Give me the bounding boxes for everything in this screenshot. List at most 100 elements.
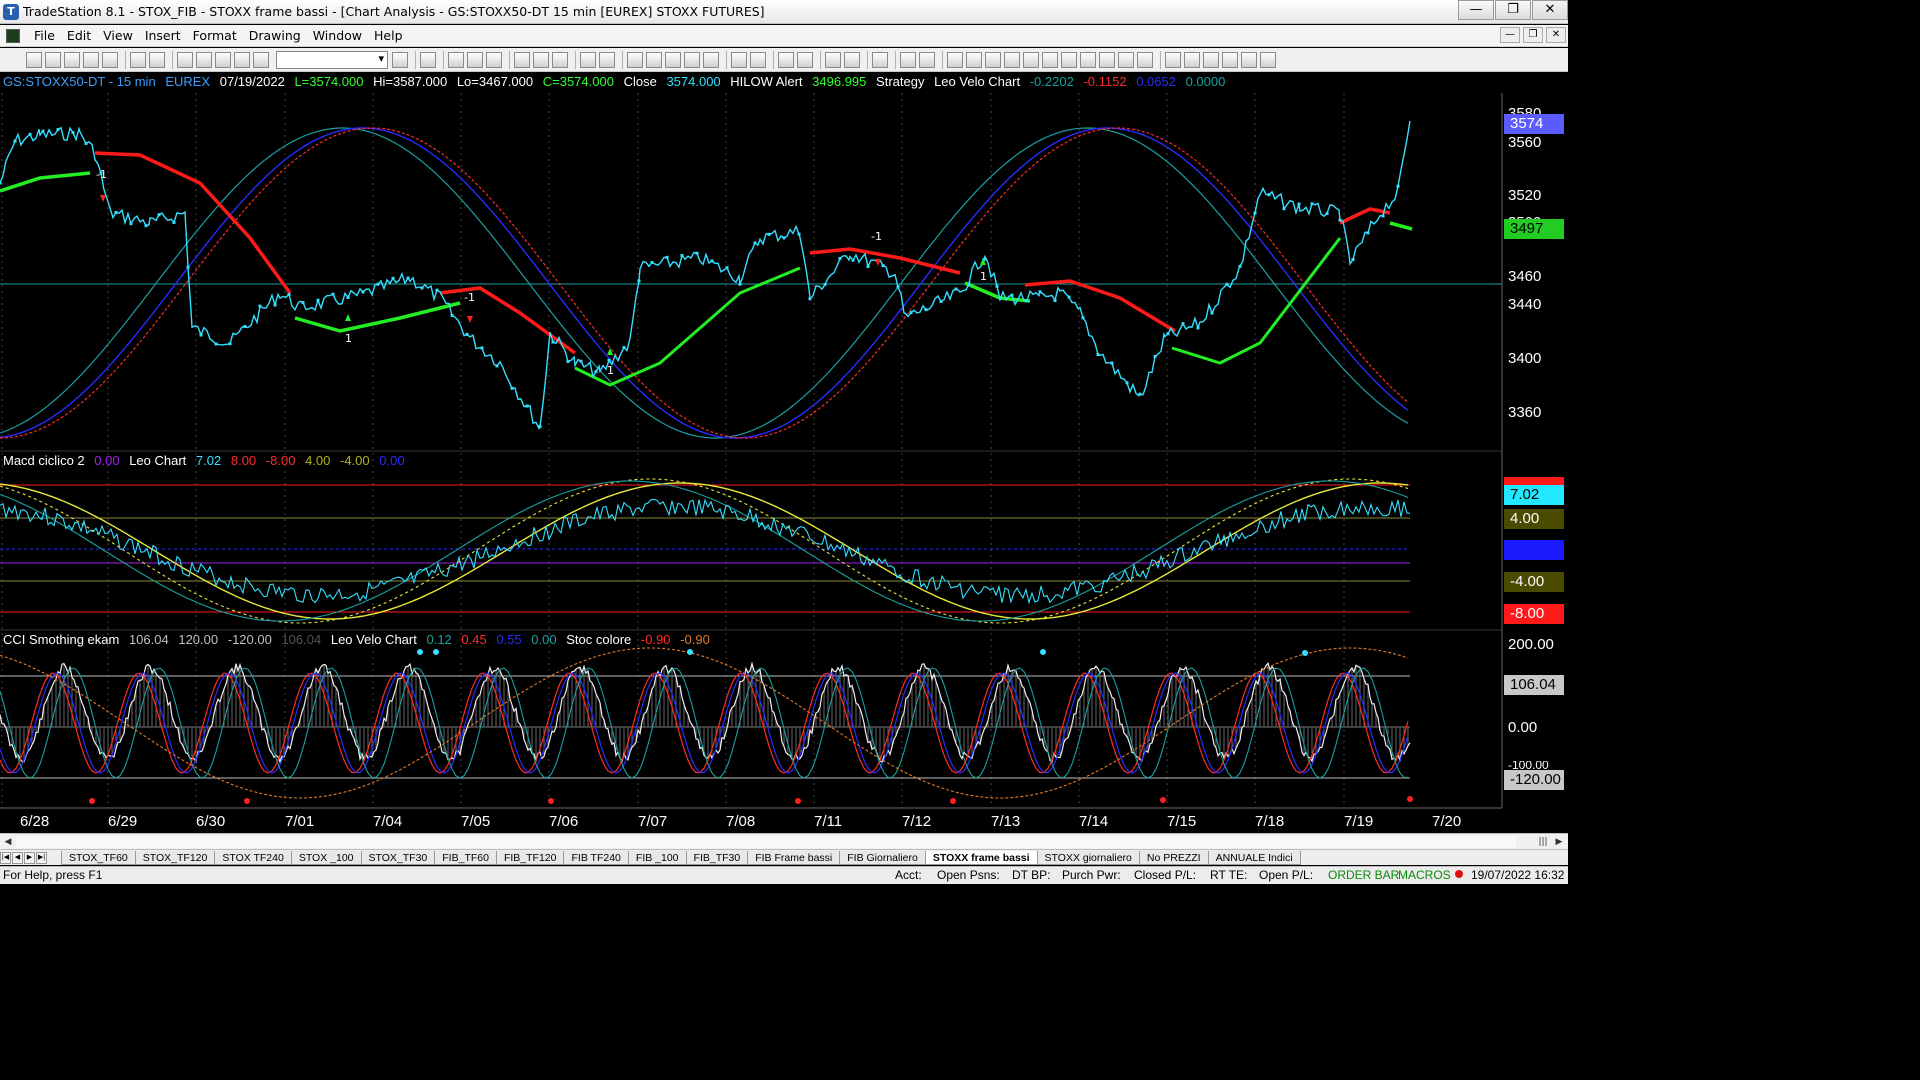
chart-analysis-window[interactable]: GS:STOXX50-DT - 15 min EUREX 07/19/2022 … (0, 73, 1568, 833)
zoom-in-icon[interactable] (778, 51, 794, 68)
scroll-thumb[interactable] (16, 836, 1516, 848)
doc-restore-button[interactable]: ❐ (1523, 27, 1543, 43)
tab-stox-100[interactable]: STOX _100 (290, 850, 362, 865)
tab-last-icon[interactable]: ▶| (36, 851, 47, 864)
tab-stox-tf120[interactable]: STOX_TF120 (134, 850, 216, 865)
hours-icon[interactable] (665, 51, 681, 68)
menu-drawing[interactable]: Drawing (243, 28, 307, 43)
lock-icon[interactable] (215, 51, 231, 68)
tab-fib-frame-bassi[interactable]: FIB Frame bassi (747, 850, 841, 865)
menu-insert[interactable]: Insert (139, 28, 187, 43)
clock-icon[interactable] (627, 51, 643, 68)
scroll-left-icon[interactable]: ◀ (1, 835, 15, 849)
status-order-bar[interactable]: ORDER BAR (1328, 868, 1399, 882)
parallel-icon[interactable] (1080, 51, 1096, 68)
page-icon[interactable] (196, 51, 212, 68)
status-macros[interactable]: MACROS (1398, 868, 1451, 882)
tab-stox-tf30[interactable]: STOX_TF30 (360, 850, 436, 865)
glasses-icon[interactable] (646, 51, 662, 68)
indicator-icon[interactable] (533, 51, 549, 68)
symbol-combo[interactable] (276, 50, 388, 69)
arrow-down-icon[interactable] (1184, 51, 1200, 68)
bar-chart-icon[interactable] (580, 51, 596, 68)
doc-close-button[interactable]: ✕ (1546, 27, 1566, 43)
chart-window-icon[interactable] (448, 51, 464, 68)
alert-icon[interactable] (919, 51, 935, 68)
tab-fib-tf30[interactable]: FIB_TF30 (685, 850, 749, 865)
menu-window[interactable]: Window (307, 28, 368, 43)
chart-document-icon[interactable] (6, 28, 20, 43)
ellipse-icon[interactable] (1222, 51, 1238, 68)
tab-stox-tf240[interactable]: STOX TF240 (214, 850, 292, 865)
tab-fib-tf240[interactable]: FIB TF240 (563, 850, 629, 865)
menu-edit[interactable]: Edit (61, 28, 97, 43)
tools-icon[interactable] (872, 51, 888, 68)
scroll-handle-icon[interactable]: ||| (1536, 835, 1550, 849)
align-icon[interactable] (703, 51, 719, 68)
play-icon[interactable] (392, 51, 408, 68)
price-bar-marker (1025, 299, 1029, 303)
tab-next-icon[interactable]: ▶ (24, 851, 35, 864)
print-preview-icon[interactable] (149, 51, 165, 68)
pencil-icon[interactable] (1137, 51, 1153, 68)
space-right-icon[interactable] (750, 51, 766, 68)
menu-format[interactable]: Format (187, 28, 243, 43)
gann-icon[interactable] (1023, 51, 1039, 68)
text-icon[interactable] (1260, 51, 1276, 68)
scale-icon[interactable] (684, 51, 700, 68)
order-icon[interactable] (900, 51, 916, 68)
grid-icon[interactable] (486, 51, 502, 68)
restore-button[interactable]: ❐ (1495, 0, 1531, 20)
scroll-right-icon[interactable]: ▶ (1552, 835, 1566, 849)
arrow-up-icon[interactable] (1203, 51, 1219, 68)
tab-fib-tf60[interactable]: FIB_TF60 (434, 850, 497, 865)
save-icon[interactable] (64, 51, 80, 68)
horizontal-line-icon[interactable] (1099, 51, 1115, 68)
open-icon[interactable] (45, 51, 61, 68)
regression-icon[interactable] (1042, 51, 1058, 68)
pointer-icon[interactable] (825, 51, 841, 68)
new-icon[interactable] (26, 51, 42, 68)
link-icon[interactable] (234, 51, 250, 68)
tab-fib-tf120[interactable]: FIB_TF120 (495, 850, 565, 865)
globe-icon[interactable] (253, 51, 269, 68)
arrow-icon[interactable] (1165, 51, 1181, 68)
tab-stox-tf60[interactable]: STOX_TF60 (61, 850, 136, 865)
price-bar-marker (28, 132, 32, 136)
tab-annuale-indici[interactable]: ANNUALE Indici (1207, 850, 1301, 865)
zoom-out-icon[interactable] (797, 51, 813, 68)
high-value: Hi=3587.000 (373, 74, 448, 89)
tab-no-prezzi[interactable]: No PREZZI (1138, 850, 1209, 865)
tab-fib-100[interactable]: FIB _100 (627, 850, 687, 865)
rectangle-icon[interactable] (1241, 51, 1257, 68)
data-window-icon[interactable] (844, 51, 860, 68)
radar-icon[interactable] (467, 51, 483, 68)
doc-minimize-button[interactable]: — (1500, 27, 1520, 43)
save-all-icon[interactable] (83, 51, 99, 68)
print-icon[interactable] (130, 51, 146, 68)
tab-fib-giornaliero[interactable]: FIB Giornaliero (839, 850, 926, 865)
horizontal-scrollbar[interactable]: ◀ ||| ▶ (0, 833, 1568, 849)
tab-prev-icon[interactable]: ◀ (12, 851, 23, 864)
folder-icon[interactable] (102, 51, 118, 68)
search-icon[interactable] (420, 51, 436, 68)
tab-first-icon[interactable]: |◀ (0, 851, 11, 864)
candle-icon[interactable] (599, 51, 615, 68)
fibonacci-icon[interactable] (985, 51, 1001, 68)
andrews-icon[interactable] (966, 51, 982, 68)
menu-help[interactable]: Help (368, 28, 409, 43)
menu-view[interactable]: View (97, 28, 139, 43)
channel-icon[interactable] (1061, 51, 1077, 68)
trendline-icon[interactable] (947, 51, 963, 68)
close-button[interactable]: ✕ (1532, 0, 1568, 20)
format-icon[interactable] (552, 51, 568, 68)
workspace-icon[interactable] (177, 51, 193, 68)
menu-file[interactable]: File (28, 28, 61, 43)
strategy-icon[interactable] (514, 51, 530, 68)
tab-stoxx-frame-bassi[interactable]: STOXX frame bassi (924, 850, 1038, 865)
minimize-button[interactable]: — (1458, 0, 1494, 20)
arc-icon[interactable] (1118, 51, 1134, 68)
speed-line-icon[interactable] (1004, 51, 1020, 68)
tab-stoxx-giornaliero[interactable]: STOXX giornaliero (1036, 850, 1140, 865)
space-left-icon[interactable] (731, 51, 747, 68)
